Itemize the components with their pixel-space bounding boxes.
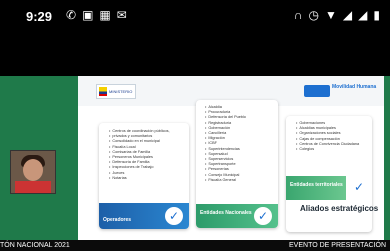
bottom-left-text: TÓN NACIONAL 2021	[0, 242, 70, 249]
flag-icon	[99, 87, 107, 96]
list-item: Fiscalía General	[205, 178, 246, 183]
panel3-bar: Entidades territoriales	[286, 176, 346, 200]
presenter-body	[15, 181, 51, 193]
bottom-right-text: EVENTO DE PRESENTACIÓN	[289, 242, 386, 249]
program-logo-text: Movilidad Humana	[332, 84, 377, 90]
panel2-list: Alcaldía Procuraduría Defensoría del Pue…	[199, 105, 246, 183]
panel1-bar-label: Operadores	[103, 217, 132, 223]
aliados-label: Aliados estratégicos	[300, 204, 379, 213]
whatsapp-icon: ✆	[66, 8, 77, 22]
ministry-logo: MINISTERIO	[96, 84, 136, 99]
ministry-logo-text: MINISTERIO	[109, 89, 133, 94]
checkmark-icon: ✓	[165, 207, 183, 225]
bottom-ticker: TÓN NACIONAL 2021 EVENTO DE PRESENTACIÓN	[0, 240, 390, 251]
presentation-slide: MINISTERIO Movilidad Humana Alcaldía Pro…	[78, 76, 384, 240]
alarm-icon: ◷	[308, 8, 320, 22]
panel2-bar-label: Entidades Nacionales	[200, 210, 252, 216]
signal-icon-2: ◢	[358, 8, 368, 22]
video-top-letterbox	[0, 34, 390, 76]
list-item: Notarías	[109, 176, 170, 181]
status-bar: 9:29 ✆ ▣ ▦ ✉ ∩ ◷ ▼ ◢ ◢ ▮	[0, 0, 390, 34]
list-item: Colegios	[296, 147, 359, 152]
panel3-list: Gobernaciones Alcaldías municipales Orga…	[290, 121, 359, 152]
signal-icon: ◢	[342, 8, 353, 22]
list-item: Defensoría del Pueblo	[205, 115, 246, 120]
gallery-icon: ▦	[99, 8, 111, 22]
program-logo	[304, 85, 330, 97]
video-area[interactable]: MINISTERIO Movilidad Humana Alcaldía Pro…	[0, 34, 390, 240]
panel-entidades-territoriales: Gobernaciones Alcaldías municipales Orga…	[286, 116, 372, 232]
panel3-bar-label: Entidades territoriales	[290, 182, 343, 188]
panel1-bar: Operadores ✓	[99, 203, 189, 229]
checkmark-icon: ✓	[254, 207, 272, 225]
clock: 9:29	[26, 9, 53, 24]
checkmark-icon: ✓	[350, 178, 368, 196]
notification-icons: ✆ ▣ ▦ ✉	[66, 8, 127, 22]
message-icon: ✉	[116, 8, 127, 22]
panel-entidades-nacionales: Alcaldía Procuraduría Defensoría del Pue…	[196, 100, 278, 228]
panel1-list: Centros de coordinación públicos, privad…	[103, 129, 170, 181]
presenter-thumbnail[interactable]	[10, 150, 56, 194]
system-icons: ∩ ◷ ▼ ◢ ◢ ▮	[294, 8, 380, 22]
presenter-face	[23, 159, 43, 181]
battery-icon: ▮	[373, 8, 380, 22]
photo-icon: ▣	[82, 8, 94, 22]
panel2-bar: Entidades Nacionales ✓	[196, 204, 278, 228]
panel-operadores: Centros de coordinación públicos, privad…	[99, 123, 189, 229]
wifi-icon: ▼	[325, 8, 337, 22]
headphones-icon: ∩	[293, 8, 303, 22]
